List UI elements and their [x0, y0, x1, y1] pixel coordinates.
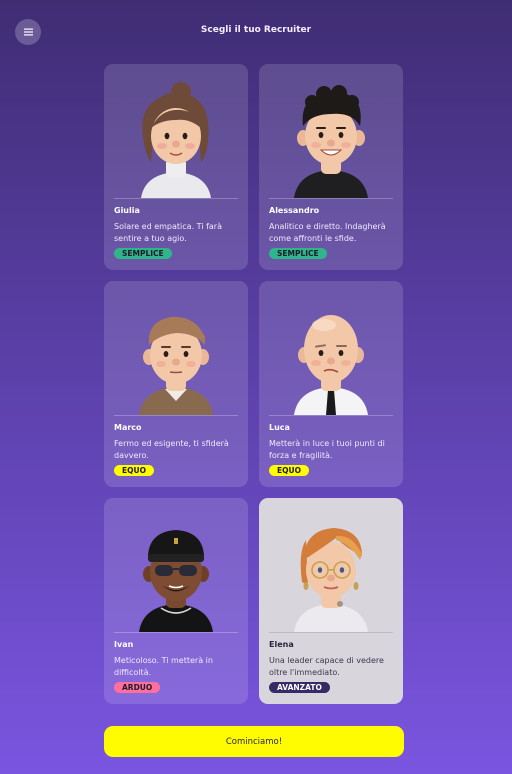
- difficulty-badge: ARDUO: [114, 682, 161, 693]
- recruiter-name: Luca: [269, 423, 290, 432]
- difficulty-badge: SEMPLICE: [269, 248, 327, 259]
- recruiter-description: Analitico e diretto. Indagherà come affr…: [269, 222, 386, 243]
- avatar-luca: [269, 291, 393, 416]
- difficulty-badge: EQUO: [114, 465, 154, 476]
- avatar-elena: [269, 508, 393, 633]
- avatar-giulia: [114, 74, 238, 199]
- recruiter-card-giulia[interactable]: Giulia Solare ed empatica. Ti farà senti…: [104, 64, 248, 270]
- recruiter-card-alessandro[interactable]: Alessandro Analitico e diretto. Indagher…: [259, 64, 403, 270]
- recruiter-description: Metterà in luce i tuoi punti di forza e …: [269, 439, 385, 460]
- avatar-ivan: [114, 508, 238, 633]
- recruiter-card-marco[interactable]: Marco Fermo ed esigente, ti sfiderà davv…: [104, 281, 248, 487]
- avatar-marco: [114, 291, 238, 416]
- recruiter-description: Fermo ed esigente, ti sfiderà davvero.: [114, 439, 229, 460]
- difficulty-badge: SEMPLICE: [114, 248, 172, 259]
- recruiter-name: Marco: [114, 423, 142, 432]
- recruiter-description: Meticoloso. Ti metterà in difficoltà.: [114, 656, 213, 677]
- page-title: Scegli il tuo Recruiter: [200, 25, 312, 35]
- recruiter-card-luca[interactable]: Luca Metterà in luce i tuoi punti di for…: [259, 281, 403, 487]
- recruiter-name: Elena: [269, 640, 294, 649]
- recruiter-card-ivan[interactable]: Ivan Meticoloso. Ti metterà in difficolt…: [104, 498, 248, 704]
- avatar-alessandro: [269, 74, 393, 199]
- recruiter-name: Ivan: [114, 640, 134, 649]
- recruiter-grid: Giulia Solare ed empatica. Ti farà senti…: [104, 64, 404, 704]
- recruiter-name: Alessandro: [269, 206, 320, 215]
- recruiter-card-elena[interactable]: Elena Una leader capace di vedere oltre …: [259, 498, 403, 704]
- recruiter-description: Solare ed empatica. Ti farà sentire a tu…: [114, 222, 222, 243]
- recruiter-name: Giulia: [114, 206, 140, 215]
- start-button[interactable]: Cominciamo!: [104, 726, 404, 757]
- recruiter-description: Una leader capace di vedere oltre l'imme…: [269, 656, 384, 677]
- difficulty-badge: AVANZATO: [269, 682, 330, 693]
- difficulty-badge: EQUO: [269, 465, 309, 476]
